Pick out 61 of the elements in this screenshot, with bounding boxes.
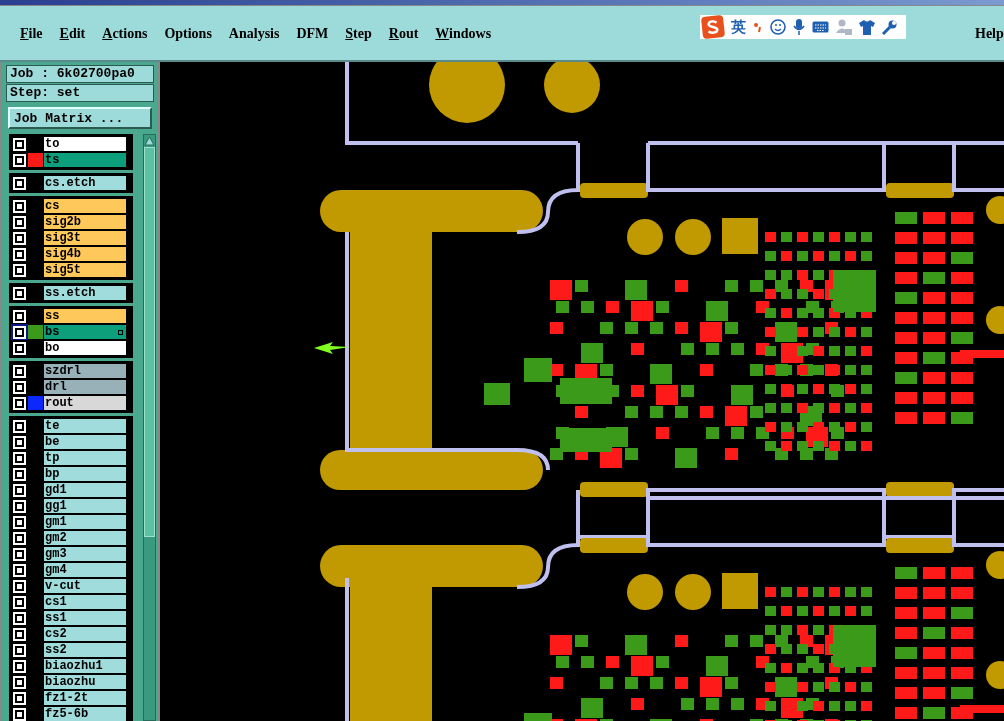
menu-item[interactable]: DFM [296, 22, 329, 44]
ime-logo-icon[interactable] [700, 14, 726, 40]
layer-display-swatch[interactable] [28, 325, 43, 339]
menu-item[interactable]: Edit [59, 22, 86, 44]
layer-name[interactable]: be [44, 435, 126, 449]
layer-name[interactable]: rout [44, 396, 126, 410]
scroll-thumb[interactable] [144, 147, 155, 537]
layer-name[interactable]: ss2 [44, 643, 126, 657]
layer-name[interactable]: fz5-6b [44, 707, 126, 721]
shirt-icon[interactable] [859, 19, 875, 35]
menu-item[interactable]: File [20, 22, 43, 44]
layer-name[interactable]: biaozhu [44, 675, 126, 689]
layer-name[interactable]: gg1 [44, 499, 126, 513]
layer-name[interactable]: te [44, 419, 126, 433]
language-toggle[interactable]: 英 [731, 15, 746, 39]
layer-name[interactable]: biaozhu1 [44, 659, 126, 673]
layer-name[interactable]: sig3t [44, 231, 126, 245]
menu-item[interactable]: Windows [435, 22, 492, 44]
keyboard-icon[interactable] [812, 21, 829, 33]
expand-icon[interactable] [118, 329, 123, 335]
layer-name[interactable]: ss1 [44, 611, 126, 625]
layer-name[interactable]: cs2 [44, 627, 126, 641]
layer-name[interactable]: drl [44, 380, 126, 394]
layer-display-swatch[interactable] [28, 153, 43, 167]
layer-name[interactable]: ss [44, 309, 126, 323]
layer-display-swatch[interactable] [28, 396, 43, 410]
layer-name[interactable]: cs [44, 199, 126, 213]
job-label: Job : 6k02700pa0 [6, 65, 154, 83]
layer-name[interactable]: ts [44, 153, 126, 167]
layer-name[interactable]: sig2b [44, 215, 126, 229]
layer-name[interactable]: gm4 [44, 563, 126, 577]
layer-name[interactable]: ss.etch [44, 286, 126, 300]
layer-name[interactable]: bo [44, 341, 126, 355]
menu-item[interactable]: Analysis [228, 22, 280, 44]
layer-name[interactable]: bs [44, 325, 126, 339]
layer-name[interactable]: szdrl [44, 364, 126, 378]
layer-name[interactable]: gd1 [44, 483, 126, 497]
scroll-up-arrow-icon[interactable] [144, 135, 155, 147]
layer-name[interactable]: bp [44, 467, 126, 481]
step-label: Step: set [6, 84, 154, 102]
wrench-icon[interactable] [882, 19, 897, 35]
layer-name[interactable]: sig4b [44, 247, 126, 261]
layer-name[interactable]: cs1 [44, 595, 126, 609]
menu-item[interactable]: Options [164, 22, 212, 44]
job-matrix-button[interactable]: Job Matrix ... [8, 107, 152, 129]
punctuation-icon[interactable] [753, 20, 763, 34]
menu-item[interactable]: Rout [388, 22, 419, 44]
layer-name[interactable]: tp [44, 451, 126, 465]
help-menu[interactable]: Help [975, 22, 1004, 44]
layer-name[interactable]: to [44, 137, 126, 151]
layer-name[interactable]: gm1 [44, 515, 126, 529]
layer-name[interactable]: cs.etch [44, 176, 126, 190]
layer-name[interactable]: sig5t [44, 263, 126, 277]
layer-name[interactable]: gm3 [44, 547, 126, 561]
layer-name[interactable]: v-cut [44, 579, 126, 593]
menu-item[interactable]: Step [345, 22, 372, 44]
menu-item[interactable]: Actions [102, 22, 148, 44]
smiley-icon[interactable] [770, 19, 786, 35]
microphone-icon[interactable] [793, 19, 805, 35]
layer-name[interactable]: gm2 [44, 531, 126, 545]
layer-name[interactable]: fz1-2t [44, 691, 126, 705]
